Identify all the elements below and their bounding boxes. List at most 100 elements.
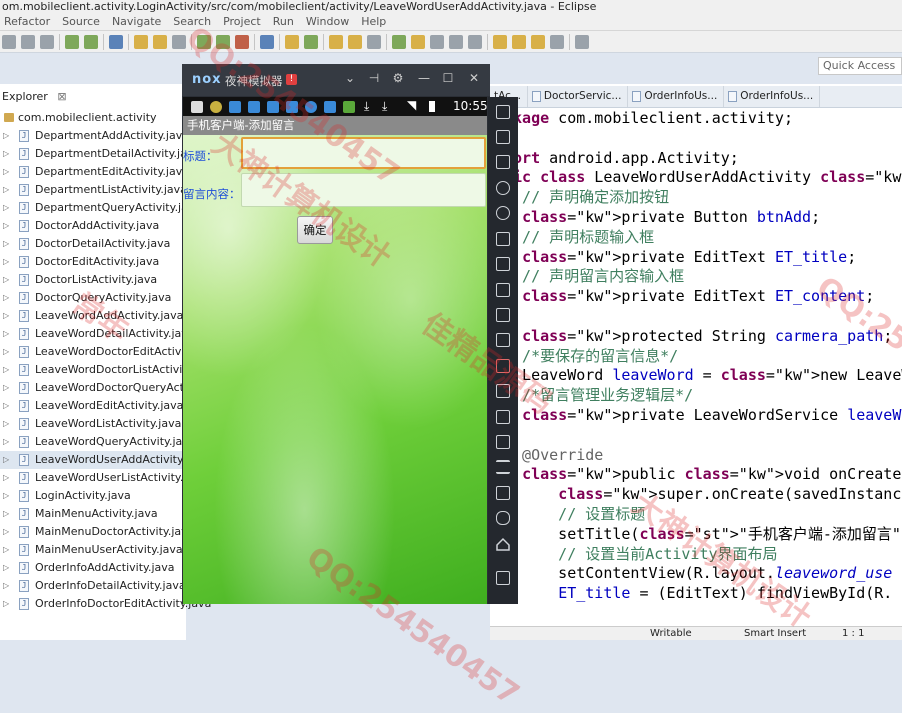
menu-item-search[interactable]: Search [173,14,211,30]
editor-tab[interactable]: OrderInfoUs... [724,86,821,107]
expand-arrow-icon[interactable]: ▷ [3,433,9,451]
menu-item-project[interactable]: Project [223,14,261,30]
shake-icon[interactable] [496,359,510,373]
alert-badge[interactable]: ! [286,74,297,85]
record-icon[interactable] [496,435,510,449]
new-package-icon[interactable] [285,34,299,49]
maximize-icon[interactable]: ☐ [440,71,456,85]
expand-arrow-icon[interactable]: ▷ [3,397,9,415]
menu-icon[interactable] [496,460,510,474]
annotation-icon[interactable] [392,34,406,49]
title-input[interactable] [241,137,486,169]
screen-icon[interactable] [496,232,510,246]
close-icon[interactable]: ⊠ [57,90,66,103]
package-node[interactable]: com.mobileclient.activity [0,108,186,128]
keyboard-icon[interactable] [496,130,510,144]
explorer-file-item[interactable]: ▷ J DepartmentEditActivity.java [0,163,189,181]
home-icon[interactable] [496,537,510,551]
expand-arrow-icon[interactable]: ▷ [3,181,9,199]
toggle-mark-icon[interactable] [411,34,425,49]
expand-arrow-icon[interactable]: ▷ [3,289,9,307]
run-icon[interactable] [216,34,230,49]
explorer-file-item[interactable]: ▷ J LeaveWordEditActivity.java [0,397,186,415]
open-folder-icon[interactable] [134,34,148,49]
minimize-icon[interactable]: — [416,71,432,85]
volume-down-icon[interactable] [496,308,510,322]
explorer-file-item[interactable]: ▷ J MainMenuActivity.java [0,505,186,523]
explorer-file-item[interactable]: ▷ J DoctorAddActivity.java [0,217,186,235]
forward-icon[interactable] [550,34,564,49]
menu-item-refactor[interactable]: Refactor [4,14,50,30]
expand-arrow-icon[interactable]: ▷ [3,577,9,595]
code-area[interactable]: ckage com.mobileclient.activity; port and… [504,109,902,609]
expand-arrow-icon[interactable]: ▷ [3,415,9,433]
scissors-icon[interactable] [496,181,510,195]
expand-arrow-icon[interactable]: ▷ [3,253,9,271]
block-selection-icon[interactable] [430,34,444,49]
robot-icon[interactable] [496,155,510,169]
explorer-file-item[interactable]: ▷ J OrderInfoDetailActivity.java [0,577,186,595]
menu-item-navigate[interactable]: Navigate [112,14,161,30]
recent-apps-icon[interactable] [496,571,510,585]
explorer-file-item[interactable]: ▷ J LeaveWordDetailActivity.java [0,325,195,343]
explorer-file-item[interactable]: ▷ J LeaveWordDoctorListActivity [0,361,193,379]
expand-arrow-icon[interactable]: ▷ [3,595,9,613]
explorer-file-item[interactable]: ▷ J DepartmentQueryActivity.java [0,199,201,217]
back-icon[interactable] [531,34,545,49]
editor-tab[interactable]: DoctorServic... [528,86,629,107]
expand-arrow-icon[interactable]: ▷ [3,163,9,181]
debug-icon[interactable] [197,34,211,49]
avd-manager-icon[interactable] [84,34,98,49]
highlight-icon[interactable] [367,34,381,49]
expand-arrow-icon[interactable]: ▷ [3,307,9,325]
macro-icon[interactable] [496,384,510,398]
back-icon[interactable] [496,511,510,525]
show-whitespace-icon[interactable] [449,34,463,49]
fullscreen-icon[interactable] [496,257,510,271]
expand-arrow-icon[interactable]: ▷ [3,199,9,217]
volume-up-icon[interactable] [496,283,510,297]
expand-arrow-icon[interactable]: ▷ [3,559,9,577]
explorer-file-item[interactable]: ▷ J DoctorQueryActivity.java [0,289,186,307]
external-tools-icon[interactable] [235,34,249,49]
chevron-down-icon[interactable]: ⌄ [342,71,358,85]
quick-access-input[interactable]: Quick Access [818,57,902,75]
location-icon[interactable] [496,206,510,220]
expand-arrow-icon[interactable]: ▷ [3,217,9,235]
expand-arrow-icon[interactable]: ▷ [3,487,9,505]
menu-item-source[interactable]: Source [62,14,100,30]
menu-item-run[interactable]: Run [273,14,294,30]
save-icon[interactable] [21,34,35,49]
print-icon[interactable] [40,34,54,49]
expand-arrow-icon[interactable]: ▷ [3,379,9,397]
export-icon[interactable] [153,34,167,49]
expand-arrow-icon[interactable]: ▷ [3,145,9,163]
install-apk-icon[interactable] [496,333,510,347]
expand-arrow-icon[interactable]: ▷ [3,541,9,559]
explorer-file-item[interactable]: ▷ J DoctorDetailActivity.java [0,235,186,253]
pen-icon[interactable] [260,34,274,49]
previous-annotation-icon[interactable] [512,34,526,49]
confirm-button[interactable]: 确定 [297,216,333,244]
tools-icon[interactable] [172,34,186,49]
menu-item-window[interactable]: Window [306,14,349,30]
explorer-file-item[interactable]: ▷ J DoctorListActivity.java [0,271,186,289]
expand-arrow-icon[interactable]: ▷ [3,451,9,469]
explorer-tab[interactable]: Explorer ⊠ [0,88,188,106]
explorer-file-item[interactable]: ▷ J LoginActivity.java [0,487,186,505]
expand-arrow-icon[interactable]: ▷ [3,271,9,289]
pin-icon[interactable]: ⊣ [366,71,382,85]
explorer-file-item[interactable]: ▷ J LeaveWordDoctorEditActivit [0,343,189,361]
close-icon[interactable]: ✕ [466,71,482,85]
editor-tab[interactable]: OrderInfoUs... [628,86,725,107]
settings-icon[interactable]: ⚙ [390,71,406,85]
expand-arrow-icon[interactable]: ▷ [3,505,9,523]
open-type-icon[interactable] [329,34,343,49]
content-input[interactable] [241,173,486,207]
explorer-file-item[interactable]: ▷ J LeaveWordUserListActivity.j [0,469,186,487]
expand-arrow-icon[interactable]: ▷ [3,343,9,361]
search-icon[interactable] [348,34,362,49]
new-icon[interactable] [2,34,16,49]
explorer-file-item[interactable]: ▷ J DepartmentListActivity.java [0,181,187,199]
gamepad-icon[interactable] [496,486,510,500]
